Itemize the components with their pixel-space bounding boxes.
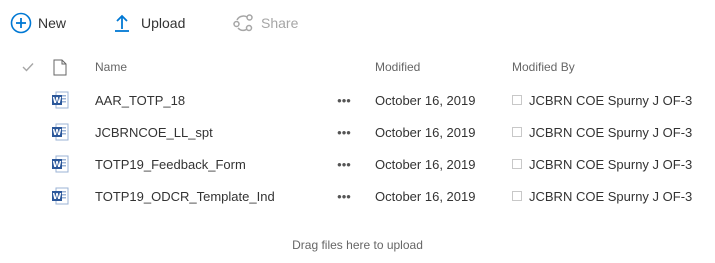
file-name-link[interactable]: JCBRNCOE_LL_spt	[95, 116, 213, 148]
modified-by: JCBRN COE Spurny J OF-3	[512, 180, 692, 212]
new-button-label: New	[38, 15, 67, 31]
svg-text:W: W	[53, 128, 62, 137]
upload-arrow-icon	[112, 11, 132, 35]
word-doc-icon: W	[50, 116, 70, 148]
svg-text:W: W	[53, 160, 62, 169]
word-doc-icon: W	[50, 84, 70, 116]
file-name-link[interactable]: TOTP19_ODCR_Template_Ind	[95, 180, 275, 212]
new-button[interactable]: New	[9, 10, 66, 36]
modified-by-column-header[interactable]: Modified By	[512, 50, 575, 84]
more-actions-icon[interactable]: •••	[334, 116, 354, 148]
document-outline-icon	[53, 59, 67, 75]
modified-date: October 16, 2019	[375, 188, 476, 204]
command-bar: New Upload Share	[0, 0, 715, 46]
file-row[interactable]: W TOTP19_ODCR_Template_Ind ••• October 1…	[0, 180, 715, 212]
file-type-header[interactable]	[50, 50, 70, 84]
modified-by: JCBRN COE Spurny J OF-3	[512, 148, 692, 180]
file-name-link[interactable]: AAR_TOTP_18	[95, 84, 185, 116]
modified-by-name[interactable]: JCBRN COE Spurny J OF-3	[529, 157, 692, 172]
modified-by-name[interactable]: JCBRN COE Spurny J OF-3	[529, 125, 692, 140]
share-icon	[232, 11, 254, 35]
modified-by: JCBRN COE Spurny J OF-3	[512, 116, 692, 148]
upload-dropzone[interactable]: Drag files here to upload	[0, 238, 715, 252]
file-name-link[interactable]: TOTP19_Feedback_Form	[95, 148, 246, 180]
svg-text:W: W	[53, 96, 62, 105]
modified-date: October 16, 2019	[375, 156, 476, 172]
modified-by: JCBRN COE Spurny J OF-3	[512, 84, 692, 116]
select-all-checkbox[interactable]	[20, 50, 36, 84]
name-column-header[interactable]: Name	[95, 50, 127, 84]
more-actions-icon[interactable]: •••	[334, 84, 354, 116]
add-circle-icon	[9, 11, 33, 35]
file-row[interactable]: W TOTP19_Feedback_Form ••• October 16, 2…	[0, 148, 715, 180]
modified-date: October 16, 2019	[375, 92, 476, 108]
upload-button[interactable]: Upload	[112, 10, 185, 36]
more-actions-icon[interactable]: •••	[334, 148, 354, 180]
share-button: Share	[232, 10, 298, 36]
upload-button-label: Upload	[141, 15, 186, 31]
presence-box-icon	[512, 159, 522, 169]
file-list-header: Name Modified Modified By	[0, 50, 715, 84]
presence-box-icon	[512, 191, 522, 201]
presence-box-icon	[512, 127, 522, 137]
share-button-label: Share	[261, 15, 299, 31]
presence-box-icon	[512, 95, 522, 105]
checkmark-icon	[22, 63, 34, 72]
file-row[interactable]: W JCBRNCOE_LL_spt ••• October 16, 2019 J…	[0, 116, 715, 148]
file-row[interactable]: W AAR_TOTP_18 ••• October 16, 2019 JCBRN…	[0, 84, 715, 116]
more-actions-icon[interactable]: •••	[334, 180, 354, 212]
word-doc-icon: W	[50, 180, 70, 212]
modified-by-name[interactable]: JCBRN COE Spurny J OF-3	[529, 189, 692, 204]
modified-date: October 16, 2019	[375, 124, 476, 140]
svg-text:W: W	[53, 192, 62, 201]
modified-column-header[interactable]: Modified	[375, 50, 420, 84]
word-doc-icon: W	[50, 148, 70, 180]
modified-by-name[interactable]: JCBRN COE Spurny J OF-3	[529, 93, 692, 108]
